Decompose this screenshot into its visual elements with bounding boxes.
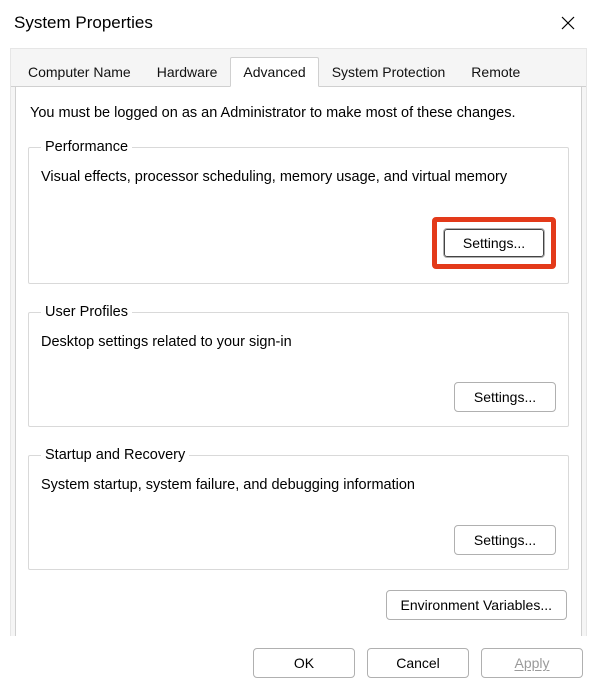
- performance-group: Performance Visual effects, processor sc…: [28, 139, 569, 284]
- tab-strip: Computer Name Hardware Advanced System P…: [11, 49, 586, 87]
- user-profiles-settings-button[interactable]: Settings...: [454, 382, 556, 412]
- startup-recovery-settings-button[interactable]: Settings...: [454, 525, 556, 555]
- performance-settings-button[interactable]: Settings...: [443, 228, 545, 258]
- tab-body-advanced: You must be logged on as an Administrato…: [15, 87, 582, 641]
- tab-system-protection[interactable]: System Protection: [319, 57, 459, 86]
- performance-settings-highlight: Settings...: [432, 217, 556, 269]
- apply-button[interactable]: Apply: [481, 648, 583, 678]
- property-sheet: Computer Name Hardware Advanced System P…: [10, 48, 587, 646]
- system-properties-window: System Properties Computer Name Hardware…: [0, 0, 597, 690]
- startup-recovery-desc: System startup, system failure, and debu…: [41, 477, 556, 493]
- close-icon[interactable]: [555, 10, 581, 36]
- user-profiles-legend: User Profiles: [41, 304, 132, 320]
- environment-variables-button[interactable]: Environment Variables...: [386, 590, 567, 620]
- performance-legend: Performance: [41, 139, 132, 155]
- ok-button[interactable]: OK: [253, 648, 355, 678]
- admin-notice: You must be logged on as an Administrato…: [30, 105, 567, 121]
- window-title: System Properties: [14, 13, 153, 33]
- tab-remote[interactable]: Remote: [458, 57, 533, 86]
- user-profiles-group: User Profiles Desktop settings related t…: [28, 304, 569, 427]
- performance-desc: Visual effects, processor scheduling, me…: [41, 169, 556, 185]
- user-profiles-desc: Desktop settings related to your sign-in: [41, 334, 556, 350]
- dialog-footer: OK Cancel Apply: [0, 636, 597, 690]
- tab-hardware[interactable]: Hardware: [144, 57, 231, 86]
- tab-advanced[interactable]: Advanced: [230, 57, 318, 87]
- startup-recovery-group: Startup and Recovery System startup, sys…: [28, 447, 569, 570]
- titlebar: System Properties: [0, 0, 597, 42]
- cancel-button[interactable]: Cancel: [367, 648, 469, 678]
- apply-button-label: Apply: [514, 655, 549, 671]
- tab-computer-name[interactable]: Computer Name: [15, 57, 144, 86]
- startup-recovery-legend: Startup and Recovery: [41, 447, 189, 463]
